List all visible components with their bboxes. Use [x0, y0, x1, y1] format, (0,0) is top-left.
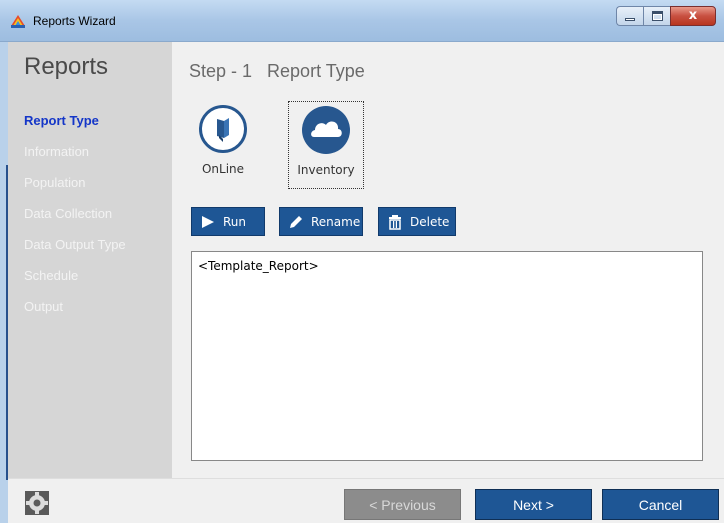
report-type-inventory[interactable]: Inventory — [288, 101, 364, 189]
sidebar-item-population[interactable]: Population — [24, 175, 85, 190]
trash-icon — [389, 214, 401, 230]
inventory-cloud-icon — [302, 106, 350, 154]
sidebar-item-schedule[interactable]: Schedule — [24, 268, 78, 283]
minimize-icon — [625, 18, 635, 21]
sidebar-item-data-output-type[interactable]: Data Output Type — [24, 237, 126, 252]
step-title: Step - 1 Report Type — [189, 61, 365, 81]
run-button[interactable]: Run — [191, 207, 265, 236]
play-icon — [202, 215, 214, 228]
reports-wizard-window: Reports Wizard x Reports Report Type Inf… — [0, 0, 724, 523]
app-icon — [11, 15, 25, 28]
rename-label: Rename — [311, 214, 361, 229]
sidebar-item-report-type[interactable]: Report Type — [24, 113, 99, 128]
online-label: OnLine — [201, 162, 245, 176]
sidebar-title: Reports — [24, 53, 109, 80]
cancel-button[interactable]: Cancel — [602, 489, 719, 520]
template-list[interactable]: <Template_Report> — [191, 251, 703, 461]
wizard-content: Step - 1 Report Type OnLine Inventory Ru… — [172, 42, 724, 478]
wizard-sidebar: Reports Report Type Information Populati… — [8, 42, 172, 478]
delete-button[interactable]: Delete — [378, 207, 456, 236]
gear-icon[interactable] — [25, 491, 49, 515]
window-controls: x — [616, 6, 716, 26]
pencil-icon — [290, 215, 302, 228]
delete-label: Delete — [410, 214, 450, 229]
report-type-online[interactable]: OnLine — [193, 105, 253, 193]
maximize-button[interactable] — [643, 6, 670, 26]
wizard-footer: < Previous Next > Cancel — [8, 478, 724, 523]
inventory-label: Inventory — [297, 163, 355, 177]
run-label: Run — [223, 214, 247, 229]
list-item[interactable]: <Template_Report> — [198, 259, 319, 273]
title-bar[interactable]: Reports Wizard x — [0, 0, 724, 42]
previous-button[interactable]: < Previous — [344, 489, 461, 520]
maximize-icon — [652, 11, 663, 21]
sidebar-item-output[interactable]: Output — [24, 299, 63, 314]
rename-button[interactable]: Rename — [279, 207, 363, 236]
close-icon: x — [688, 8, 698, 23]
close-button[interactable]: x — [670, 6, 716, 26]
online-book-icon — [199, 105, 247, 153]
sidebar-item-information[interactable]: Information — [24, 144, 89, 159]
next-button[interactable]: Next > — [475, 489, 592, 520]
minimize-button[interactable] — [616, 6, 643, 26]
sidebar-item-data-collection[interactable]: Data Collection — [24, 206, 112, 221]
window-title: Reports Wizard — [33, 14, 116, 28]
